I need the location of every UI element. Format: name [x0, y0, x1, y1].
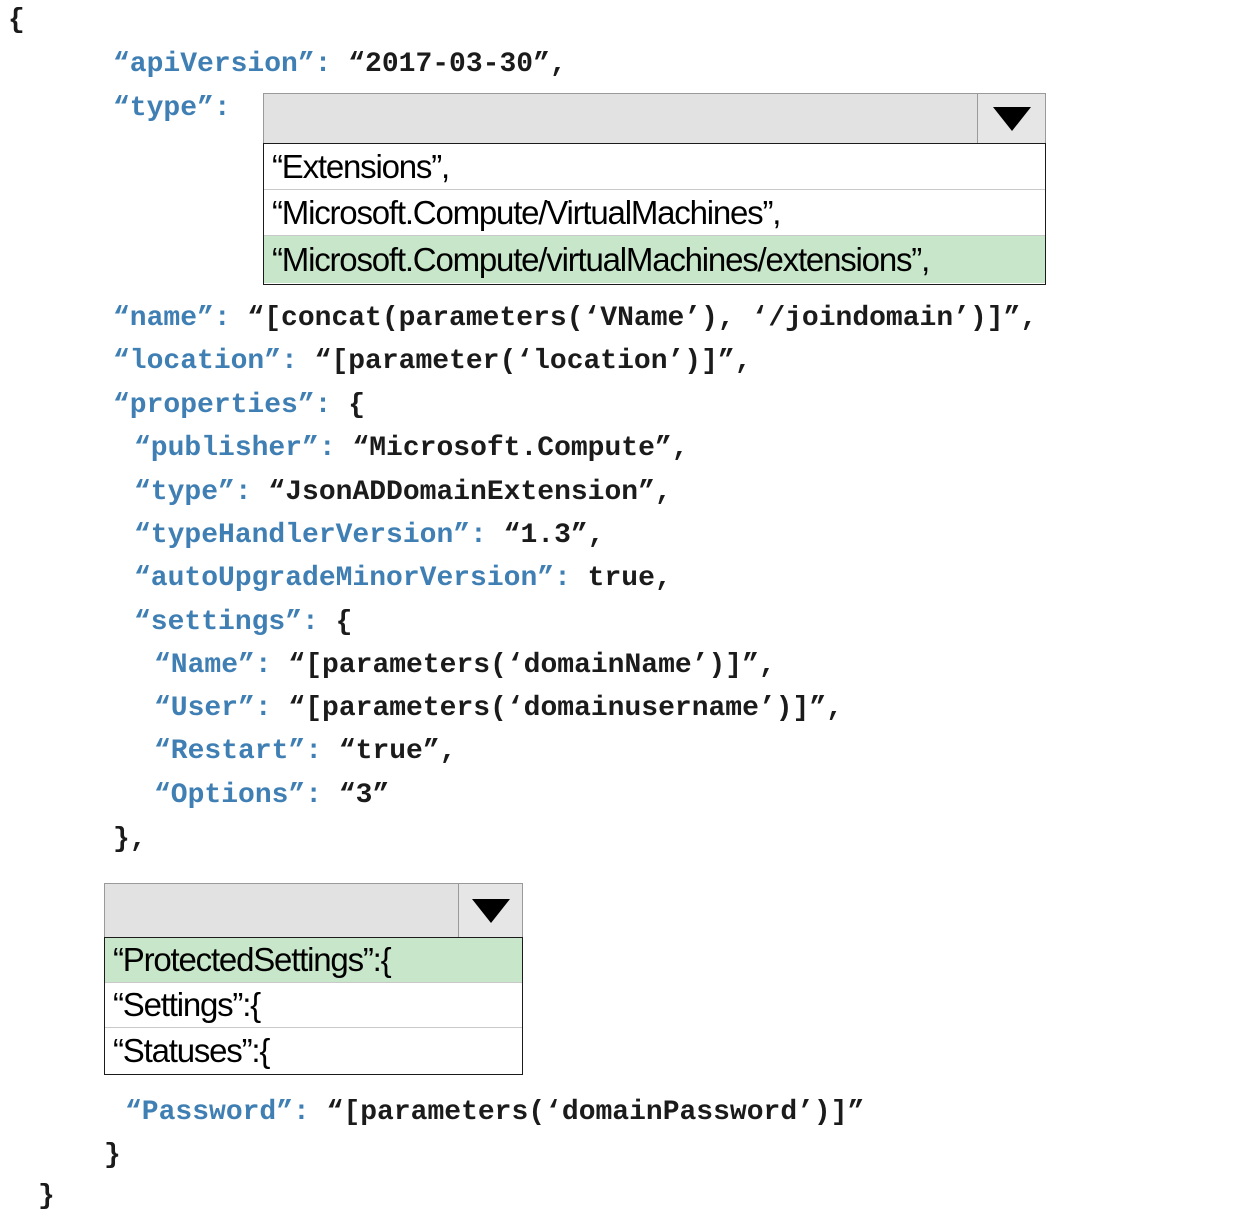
settings-line: “settings”: { — [134, 606, 352, 640]
settings-options-line: “Options”: “3” — [154, 779, 389, 813]
settings-user-key: “User”: — [154, 693, 272, 724]
autoUpgradeMinorVersion-value: true, — [570, 563, 672, 594]
settings-user-line: “User”: “[parameters(‘domainusername’)]”… — [154, 692, 843, 726]
autoUpgradeMinorVersion-line: “autoUpgradeMinorVersion”: true, — [134, 562, 672, 596]
properties-key: “properties”: — [113, 390, 332, 421]
open-brace: { — [8, 5, 25, 36]
settings-options-value: “3” — [322, 780, 390, 811]
typeHandlerVersion-value: “1.3”, — [486, 520, 605, 551]
publisher-value: “Microsoft.Compute”, — [335, 433, 689, 464]
settings-key: “settings”: — [134, 607, 319, 638]
settings-name-value: “[parameters(‘domainName’)]”, — [271, 650, 776, 681]
settings-restart-line: “Restart”: “true”, — [154, 735, 456, 769]
triangle-down-icon — [471, 898, 510, 923]
outer-close-brace: } — [38, 1181, 55, 1212]
settings-name-key: “Name”: — [154, 650, 272, 681]
type-dropdown[interactable] — [263, 93, 1046, 144]
type-key: “type”: — [113, 93, 231, 124]
settings-options-key: “Options”: — [154, 780, 323, 811]
type-option-virtualmachines[interactable]: “Microsoft.Compute/VirtualMachines”, — [264, 190, 1045, 236]
apiVersion-key: “apiVersion”: — [113, 49, 332, 80]
properties-type-line: “type”: “JsonADDomainExtension”, — [134, 476, 672, 510]
properties-value: { — [331, 390, 366, 421]
settings-restart-key: “Restart”: — [154, 736, 323, 767]
settings-close: }, — [113, 824, 147, 855]
autoUpgradeMinorVersion-key: “autoUpgradeMinorVersion”: — [134, 563, 571, 594]
settings-name-line: “Name”: “[parameters(‘domainName’)]”, — [154, 649, 776, 683]
settings-dropdown-options: “ProtectedSettings”:{ “Settings”:{ “Stat… — [104, 937, 523, 1075]
password-line: “Password”: “[parameters(‘domainPassword… — [125, 1096, 864, 1130]
properties-type-key: “type”: — [134, 477, 252, 508]
properties-line: “properties”: { — [113, 389, 365, 423]
apiVersion-line: “apiVersion”: “2017-03-30”, — [113, 48, 567, 82]
settings-dropdown-button[interactable] — [458, 884, 522, 937]
type-line: “type”: — [113, 92, 231, 126]
type-dropdown-button[interactable] — [977, 94, 1045, 143]
type-dropdown-options: “Extensions”, “Microsoft.Compute/Virtual… — [263, 143, 1046, 285]
location-key: “location”: — [113, 346, 298, 377]
settings-option-statuses[interactable]: “Statuses”:{ — [105, 1028, 522, 1073]
settings-dropdown[interactable] — [104, 883, 523, 938]
type-option-extensions[interactable]: “Extensions”, — [264, 144, 1045, 190]
apiVersion-value: “2017-03-30”, — [331, 49, 567, 80]
password-key: “Password”: — [125, 1097, 310, 1128]
settings-user-value: “[parameters(‘domainusername’)]”, — [271, 693, 843, 724]
name-line: “name”: “[concat(parameters(‘VName’), ‘/… — [113, 302, 1037, 336]
typeHandlerVersion-line: “typeHandlerVersion”: “1.3”, — [134, 519, 604, 553]
location-line: “location”: “[parameter(‘location’)]”, — [113, 345, 752, 379]
typeHandlerVersion-key: “typeHandlerVersion”: — [134, 520, 487, 551]
publisher-key: “publisher”: — [134, 433, 336, 464]
settings-option-protectedsettings[interactable]: “ProtectedSettings”:{ — [105, 938, 522, 983]
settings-option-settings[interactable]: “Settings”:{ — [105, 983, 522, 1028]
settings-restart-value: “true”, — [322, 736, 457, 767]
type-option-vm-extensions[interactable]: “Microsoft.Compute/virtualMachines/exten… — [264, 236, 1045, 283]
password-value: “[parameters(‘domainPassword’)]” — [309, 1097, 865, 1128]
settings-value: { — [318, 607, 353, 638]
properties-type-value: “JsonADDomainExtension”, — [251, 477, 672, 508]
name-key: “name”: — [113, 303, 231, 334]
publisher-line: “publisher”: “Microsoft.Compute”, — [134, 432, 689, 466]
triangle-down-icon — [992, 106, 1031, 131]
location-value: “[parameter(‘location’)]”, — [297, 346, 752, 377]
inner-close-brace: } — [104, 1140, 121, 1171]
name-value: “[concat(parameters(‘VName’), ‘/joindoma… — [230, 303, 1038, 334]
